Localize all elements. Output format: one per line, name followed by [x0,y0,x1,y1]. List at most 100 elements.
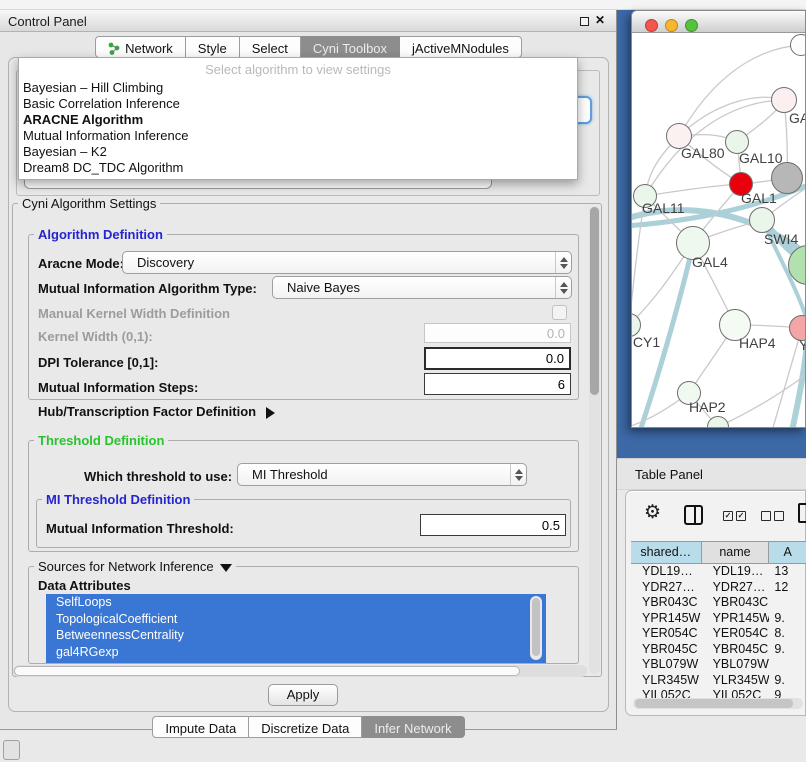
bottom-tab-discretize-data-label: Discretize Data [261,721,349,736]
cyni-settings-group-title: Cyni Algorithm Settings [18,196,160,211]
table-panel-title: Table Panel [635,467,703,482]
scrollbar-thumb[interactable] [532,598,540,656]
mi-type-label: Mutual Information Algorithm Type: [38,281,257,296]
tab-select[interactable]: Select [240,36,301,58]
table-cell: 9. [769,611,806,627]
kernel-width-field[interactable] [424,323,571,343]
column-header-2[interactable]: name [702,542,770,563]
column-header-1[interactable]: shared… [631,542,702,563]
network-window-titlebar [632,11,805,33]
table-cell: YLR345W [702,673,770,689]
bottom-tab-discretize-data[interactable]: Discretize Data [249,716,362,738]
table-row[interactable]: YBL079WYBL079W [631,657,806,673]
table-cell: YER054C [631,626,702,642]
which-threshold-combobox[interactable]: MI Threshold [237,463,527,486]
settings-vertical-scrollbar[interactable] [589,206,600,674]
mi-threshold-field[interactable] [420,514,566,536]
dropdown-item-mutual-information-inference[interactable]: Mutual Information Inference [22,128,576,144]
network-node-swi4[interactable] [749,207,775,233]
data-attributes-label: Data Attributes [38,578,131,593]
hub-factor-expander[interactable]: Hub/Transcription Factor Definition [38,404,275,419]
node-label-hap2: HAP2 [689,399,726,415]
minimize-traffic-light-icon[interactable] [665,19,678,32]
minimized-panel-icon[interactable] [3,740,20,760]
table-row[interactable]: YBR043CYBR043C [631,595,806,611]
manual-kernel-checkbox[interactable] [552,305,567,320]
tab-cyni-toolbox[interactable]: Cyni Toolbox [301,36,400,58]
aracne-mode-combobox[interactable]: Discovery [122,251,572,274]
close-icon[interactable]: ✕ [595,13,605,27]
threshold-definition-title: Threshold Definition [34,433,168,448]
gear-icon[interactable]: ⚙ [644,503,661,522]
table-row[interactable]: YPR145WYPR145W9. [631,611,806,627]
attribute-item-gal4rgexp[interactable]: gal4RGexp [46,644,546,661]
dropdown-item-dream8-dc-tdc-algorithm[interactable]: Dream8 DC_TDC Algorithm [22,160,576,176]
table-cell: YLR345W [631,673,702,689]
dpi-tolerance-label: DPI Tolerance [0,1]: [38,355,158,370]
manual-kernel-label: Manual Kernel Width Definition [38,306,230,321]
table-cell: YBL079W [631,657,702,673]
table-cell: 13 [769,564,806,580]
select-all-rows-icon[interactable]: ✓✓ [723,511,746,521]
table-cell: YBR043C [631,595,702,611]
table-row[interactable]: YBR045CYBR045C9. [631,642,806,658]
node-label-y: Y [799,337,806,353]
table-row[interactable]: YER054CYER054C8. [631,626,806,642]
scrollbar-thumb[interactable] [590,207,599,395]
tab-network[interactable]: Network [95,36,186,58]
dropdown-item-aracne-algorithm[interactable]: ARACNE Algorithm [22,112,576,128]
network-node[interactable] [771,162,803,194]
table-row[interactable]: YIL052CYIL052C9 [631,688,806,698]
attribute-item-betweennesscentrality[interactable]: BetweennessCentrality [46,627,546,644]
tab-style[interactable]: Style [186,36,240,58]
mi-type-combobox[interactable]: Naive Bayes [272,276,572,299]
table-cell: YIL052C [702,688,770,698]
dropdown-item-bayesian-hill-climbing[interactable]: Bayesian – Hill Climbing [22,80,576,96]
scrollbar-thumb[interactable] [635,699,793,708]
aracne-mode-value: Discovery [123,255,555,270]
attributes-scrollbar[interactable] [530,596,542,660]
deselect-all-rows-icon[interactable] [761,511,784,521]
network-node[interactable] [790,34,806,56]
dpi-tolerance-field[interactable] [424,347,571,370]
table-panel-header: Table Panel [617,458,806,490]
node-attribute-table[interactable]: shared…nameA YDL19…YDL19…13YDR27…YDR27…1… [631,541,806,698]
node-label-gal80: GAL80 [681,145,725,161]
node-label-gal11: GAL11 [642,200,685,216]
table-row[interactable]: YLR345WYLR345W9. [631,673,806,689]
close-traffic-light-icon[interactable] [645,19,658,32]
table-row[interactable]: YDL19…YDL19…13 [631,564,806,580]
attribute-item-topologicalcoefficient[interactable]: TopologicalCoefficient [46,611,546,628]
node-label-gcy1: GCY1 [632,334,660,350]
attribute-item-selfloops[interactable]: SelfLoops [46,594,546,611]
table-cell: YDL19… [702,564,770,580]
column-header-3[interactable]: A [769,542,806,563]
top-strip [0,0,806,10]
network-view-window: GALGAL80GAL10GAL1GAL11SWI4GAL4GCY1HAP4YH… [631,10,806,428]
aracne-mode-label: Aracne Mode: [38,256,124,271]
node-label-gal10: GAL10 [739,150,783,166]
bottom-tab-impute-data[interactable]: Impute Data [152,716,249,738]
columns-icon[interactable] [684,505,703,525]
export-table-icon[interactable] [798,503,806,523]
bottom-tab-infer-network-label: Infer Network [374,721,451,736]
table-horizontal-scrollbar[interactable] [633,698,803,709]
table-row[interactable]: YDR27…YDR27…12 [631,580,806,596]
apply-button[interactable]: Apply [268,684,338,706]
table-cell: YBR045C [631,642,702,658]
algorithm-dropdown-popup: Select algorithm to view settings Bayesi… [18,57,578,180]
sources-group-title[interactable]: Sources for Network Inference [34,559,236,574]
bottom-tab-infer-network[interactable]: Infer Network [362,716,464,738]
settings-horizontal-scrollbar[interactable] [13,665,587,677]
mi-steps-field[interactable] [424,373,571,395]
control-panel-bottom-tabs: Impute Data Discretize Data Infer Network [0,716,617,738]
network-canvas[interactable]: GALGAL80GAL10GAL1GAL11SWI4GAL4GCY1HAP4YH… [632,33,806,428]
dropdown-item-bayesian-k2[interactable]: Bayesian – K2 [22,144,576,160]
table-cell [769,657,806,673]
tab-jactivemnodules[interactable]: jActiveMNodules [400,36,522,58]
algorithm-definition-title: Algorithm Definition [34,227,167,242]
zoom-traffic-light-icon[interactable] [685,19,698,32]
float-window-icon[interactable] [580,17,589,26]
dropdown-item-basic-correlation-inference[interactable]: Basic Correlation Inference [22,96,576,112]
scrollbar-thumb[interactable] [14,666,520,676]
